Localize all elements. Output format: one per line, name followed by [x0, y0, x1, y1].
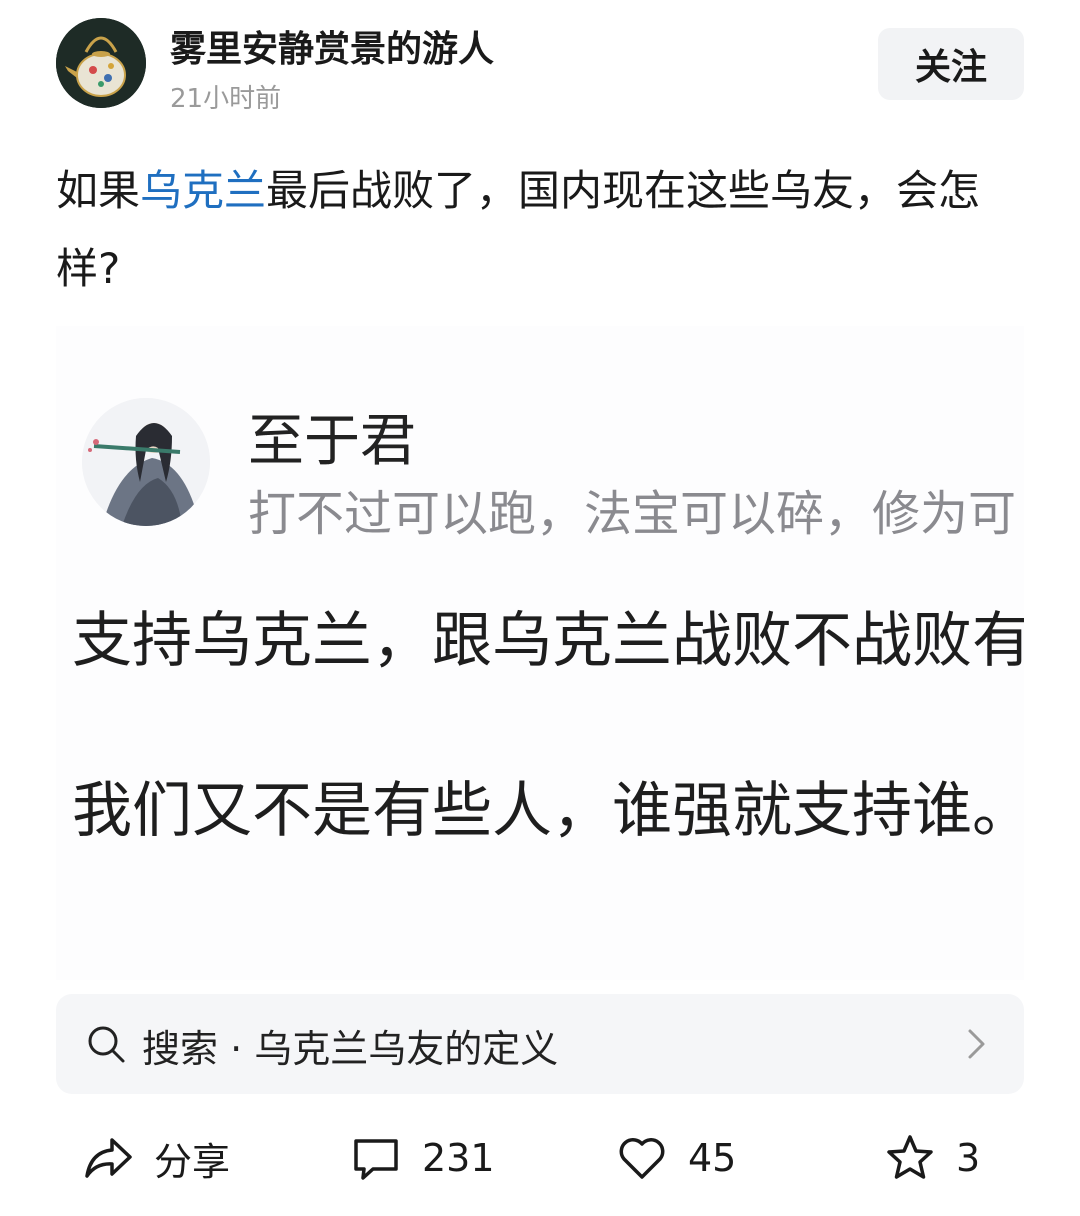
chevron-right-icon — [968, 1029, 985, 1059]
related-search-bar[interactable]: 搜索 · 乌克兰乌友的定义 — [56, 994, 1024, 1094]
share-button[interactable]: 分享 — [82, 1130, 230, 1186]
topic-link[interactable]: 乌克兰 — [140, 166, 266, 215]
flute-player-avatar-icon — [82, 398, 210, 526]
heart-icon — [619, 1138, 665, 1179]
share-label: 分享 — [154, 1139, 231, 1184]
embedded-text-line-2: 我们又不是有些人，谁强就支持谁。 — [72, 776, 1024, 846]
post-text-start: 如果 — [56, 166, 141, 215]
search-suggestion-text: 搜索 · 乌克兰乌友的定义 — [142, 1027, 559, 1071]
like-count: 45 — [688, 1136, 737, 1180]
comment-icon — [354, 1139, 398, 1180]
favorite-button[interactable]: 3 — [884, 1130, 980, 1186]
embedded-text-line-1: 支持乌克兰，跟乌克兰战败不战败有 — [72, 606, 1024, 676]
embedded-screenshot[interactable]: 至于君 打不过可以跑，法宝可以碎，修为可 支持乌克兰，跟乌克兰战败不战败有 我们… — [56, 326, 1024, 980]
post-text: 如果乌克兰最后战败了，国内现在这些乌友，会怎样? — [56, 152, 1026, 308]
comment-button[interactable]: 231 — [350, 1130, 495, 1186]
favorite-count: 3 — [956, 1136, 981, 1180]
star-icon — [887, 1135, 933, 1179]
author-avatar[interactable] — [56, 18, 146, 108]
post-timestamp: 21小时前 — [170, 84, 282, 114]
embedded-bio: 打不过可以跑，法宝可以碎，修为可 — [248, 486, 1017, 542]
share-icon — [85, 1138, 132, 1178]
author-name[interactable]: 雾里安静赏景的游人 — [170, 20, 494, 72]
follow-button[interactable]: 关注 — [878, 28, 1024, 100]
like-button[interactable]: 45 — [616, 1130, 736, 1186]
comment-count: 231 — [422, 1136, 495, 1180]
embedded-username: 至于君 — [248, 409, 416, 474]
search-icon — [88, 1026, 125, 1063]
teapot-avatar-icon — [56, 18, 146, 108]
embedded-avatar — [82, 398, 210, 526]
post-card: 雾里安静赏景的游人 21小时前 关注 如果乌克兰最后战败了，国内现在这些乌友，会… — [0, 0, 1080, 1216]
